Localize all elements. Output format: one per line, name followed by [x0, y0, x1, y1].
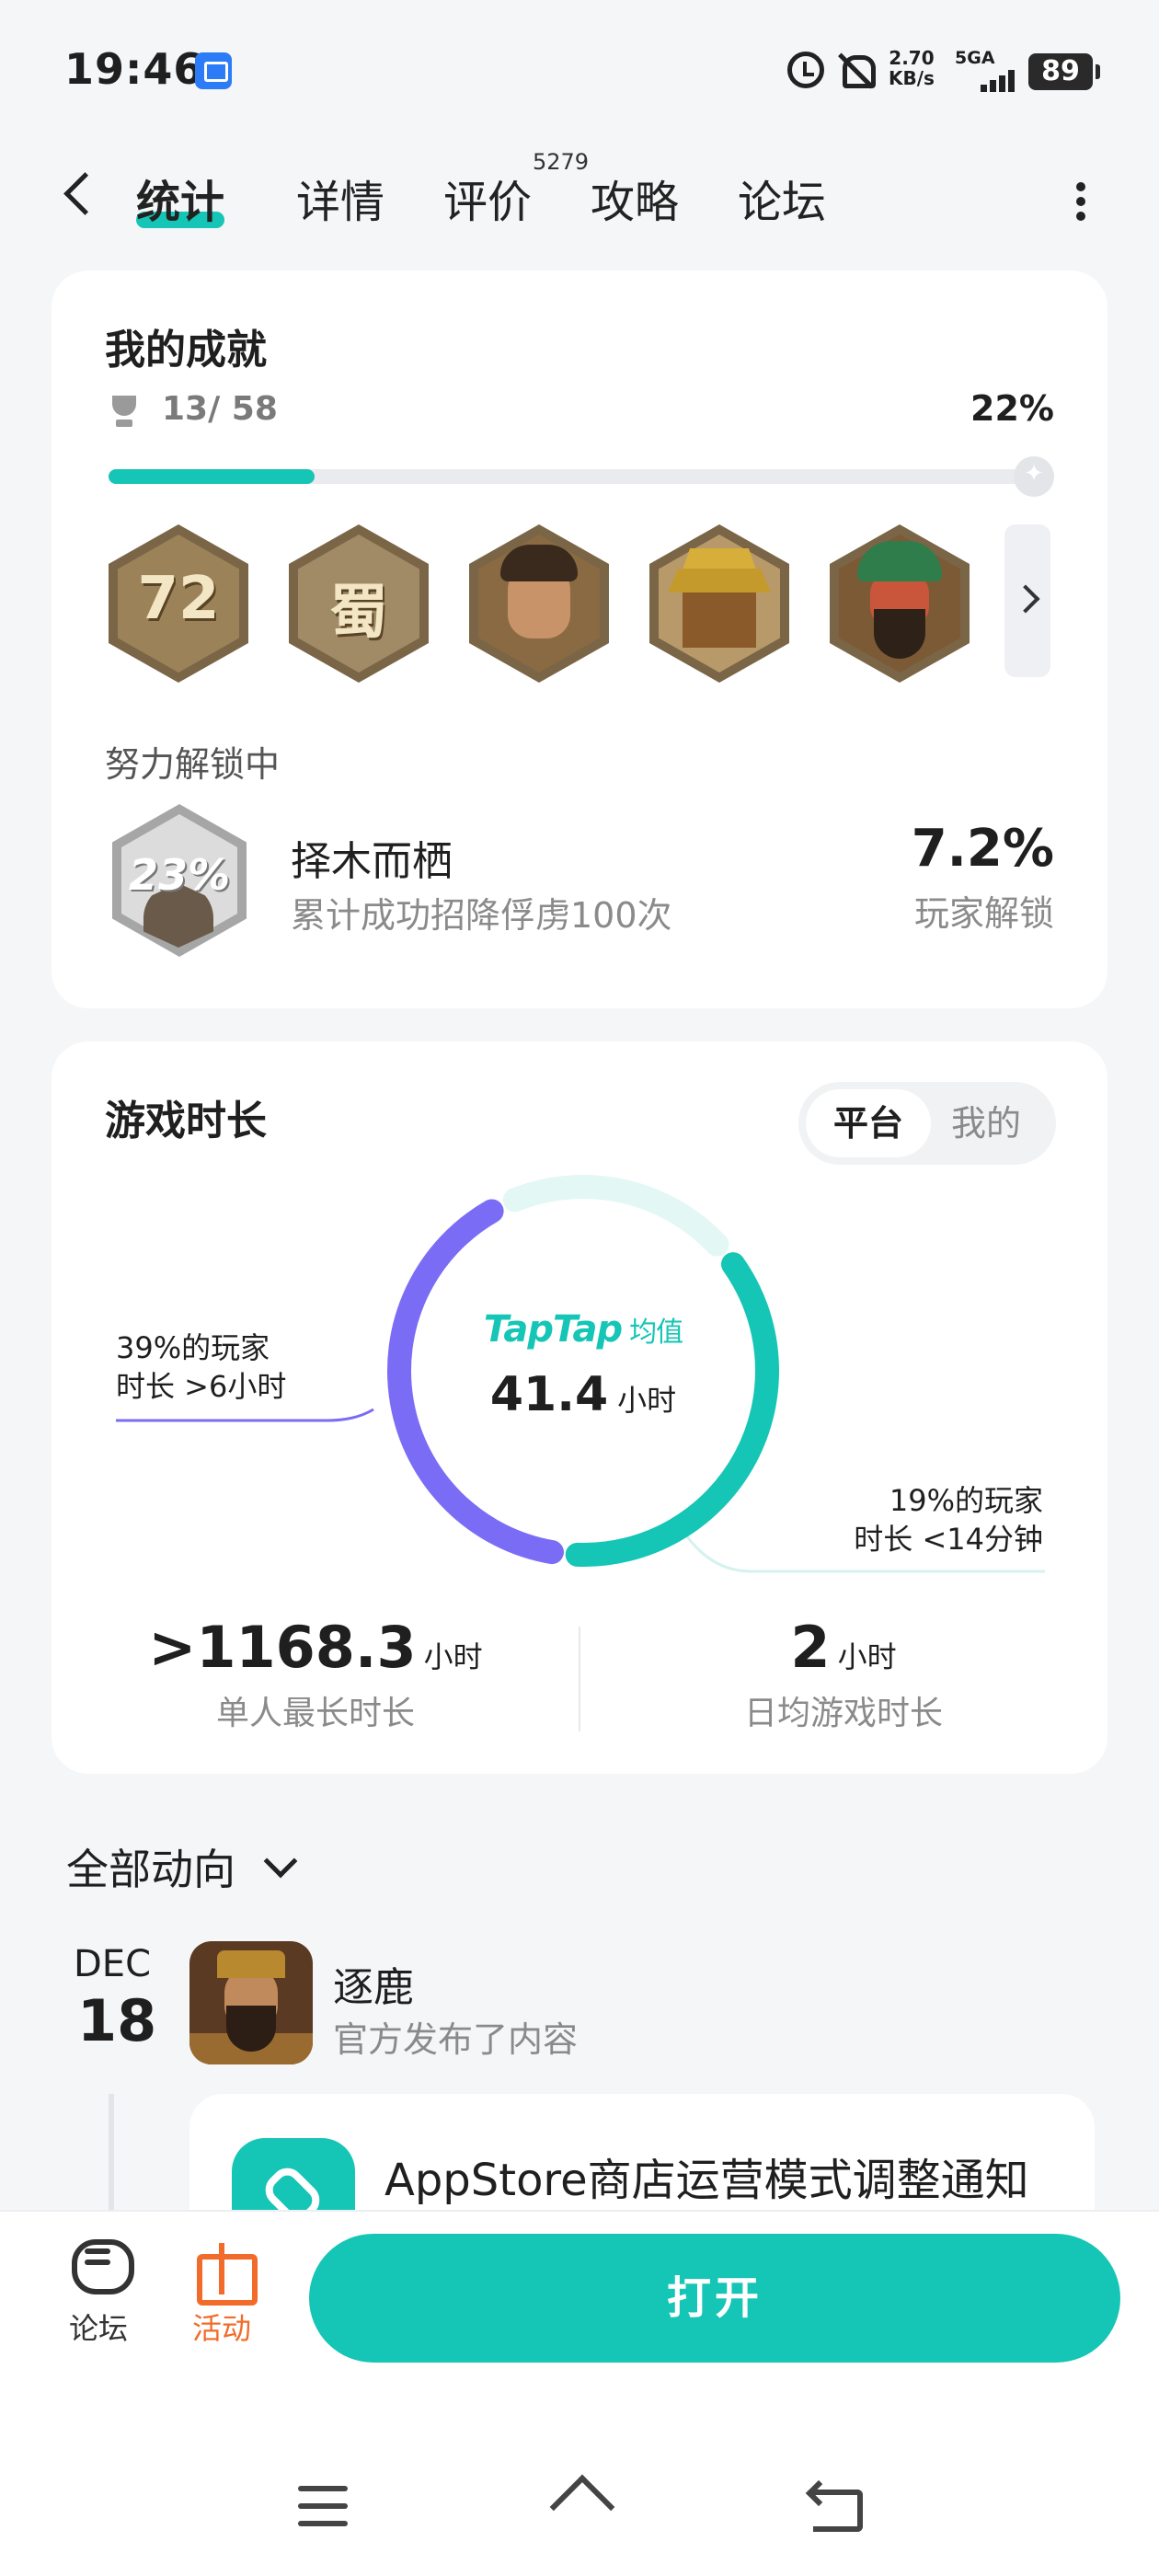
- tab-forum[interactable]: 论坛: [738, 166, 826, 230]
- badge-palace[interactable]: [649, 524, 789, 683]
- more-options-icon[interactable]: [1076, 175, 1087, 221]
- donut-center: TapTap 均值 41.4 小时: [373, 1308, 793, 1422]
- max-session-value: >1168.3: [148, 1614, 417, 1681]
- tab-details-label: 详情: [296, 177, 385, 228]
- playtime-toggle[interactable]: 平台 我的: [798, 1082, 1056, 1165]
- status-time: 19:46: [64, 44, 204, 94]
- achievements-title: 我的成就: [105, 327, 267, 374]
- tab-details[interactable]: 详情: [296, 166, 384, 230]
- donut-segment-under-14m: [502, 1175, 729, 1257]
- back-nav-icon[interactable]: [809, 2484, 863, 2532]
- avg-playtime-unit: 小时: [617, 1383, 677, 1418]
- event-button[interactable]: 活动: [171, 2236, 272, 2348]
- max-session-unit: 小时: [423, 1639, 483, 1674]
- toggle-platform[interactable]: 平台: [806, 1089, 931, 1157]
- badges-more-button[interactable]: [1004, 524, 1050, 677]
- player-unlock-percent: 7.2%: [911, 819, 1054, 879]
- system-nav-bar: [0, 2385, 1159, 2576]
- author-avatar[interactable]: [189, 1941, 313, 2064]
- daily-avg-value: 2: [790, 1614, 831, 1681]
- chat-bubble-icon: [66, 2236, 134, 2296]
- chevron-down-icon[interactable]: [263, 1844, 298, 1879]
- taptap-logo: TapTap 均值: [373, 1308, 793, 1351]
- badge-72h-text: 72: [137, 565, 220, 633]
- forum-button[interactable]: 论坛: [48, 2236, 149, 2348]
- net-speed: 2.70 KB/s: [889, 48, 935, 88]
- left-callout: 39%的玩家 时长 >6小时: [116, 1328, 286, 1406]
- post-meta: 官方发布了内容: [333, 2019, 579, 2060]
- playtime-title: 游戏时长: [105, 1098, 267, 1144]
- net-speed-value: 2.70: [889, 47, 935, 69]
- left-callout-line1: 39%的玩家: [116, 1330, 270, 1365]
- achievements-card[interactable]: 我的成就 13/ 58 22% 72 蜀 努力解锁中: [52, 270, 1107, 1008]
- timeline-line: [109, 2094, 114, 2214]
- achievement-progress-fill: [109, 469, 315, 484]
- badge-guan-yu[interactable]: [830, 524, 970, 683]
- badge-72h[interactable]: 72: [109, 524, 248, 683]
- taptap-brand: TapTap: [483, 1308, 623, 1351]
- mute-icon: [837, 52, 876, 88]
- toggle-mine[interactable]: 我的: [924, 1089, 1049, 1157]
- max-session-stat: >1168.3 小时 单人最长时长: [52, 1614, 580, 1734]
- tab-stats-label: 统计: [136, 177, 225, 228]
- progress-end-icon: [1014, 456, 1054, 497]
- locked-achievement-name: 择木而栖: [291, 838, 453, 885]
- right-callout-line2: 时长 <14分钟: [854, 1522, 1043, 1557]
- locked-achievement-desc: 累计成功招降俘虏100次: [291, 895, 672, 936]
- feed-date-month: DEC: [74, 1943, 152, 1985]
- review-count: 5279: [532, 149, 590, 175]
- tab-reviews-label: 评价: [443, 177, 533, 228]
- app-notification-icon: [195, 52, 232, 89]
- max-session-label: 单人最长时长: [215, 1695, 415, 1732]
- post-author[interactable]: 逐鹿: [333, 1954, 414, 2013]
- tab-stats[interactable]: 统计: [136, 166, 225, 230]
- badge-shu[interactable]: 蜀: [289, 524, 429, 683]
- badge-general[interactable]: [469, 524, 609, 683]
- achievement-count: 13/ 58: [162, 390, 278, 428]
- daily-avg-label: 日均游戏时长: [743, 1695, 943, 1732]
- net-speed-unit: KB/s: [889, 67, 935, 89]
- badge-shu-text: 蜀: [329, 579, 388, 647]
- avg-playtime: 41.4 小时: [373, 1367, 793, 1422]
- daily-avg-unit: 小时: [837, 1639, 897, 1674]
- top-tab-bar: 统计 详情 评价 5279 攻略 论坛: [0, 149, 1159, 248]
- in-progress-title: 努力解锁中: [105, 744, 281, 785]
- locked-badge-icon[interactable]: 23%: [112, 804, 247, 957]
- player-unlock-label: 玩家解锁: [913, 893, 1054, 934]
- right-callout-line1: 19%的玩家: [889, 1483, 1043, 1518]
- achievement-percent: 22%: [970, 388, 1054, 429]
- locked-badge-percent: 23%: [128, 850, 231, 900]
- status-bar: 19:46 2.70 KB/s 5GA 89: [0, 0, 1159, 138]
- playtime-card: 游戏时长 平台 我的 TapTap 均值 41.4 小时 39%的玩家 时长 >6小…: [52, 1041, 1107, 1774]
- gift-icon: [189, 2236, 258, 2306]
- avg-label: 均值: [629, 1317, 683, 1349]
- menu-icon[interactable]: [298, 2486, 348, 2526]
- tab-reviews[interactable]: 评价 5279: [443, 149, 589, 230]
- tab-guides-label: 攻略: [591, 177, 680, 228]
- tab-guides[interactable]: 攻略: [591, 166, 679, 230]
- post-title: AppStore商店运营模式调整通知: [384, 2155, 1029, 2206]
- feed-date-day: 18: [77, 1987, 157, 2054]
- left-callout-line2: 时长 >6小时: [116, 1369, 287, 1404]
- left-callout-line: [116, 1408, 374, 1422]
- right-callout: 19%的玩家 时长 <14分钟: [854, 1481, 1043, 1558]
- back-icon[interactable]: [59, 167, 96, 223]
- network-type: 5GA: [955, 48, 995, 68]
- alarm-icon: [787, 52, 824, 88]
- avg-playtime-value: 41.4: [489, 1367, 609, 1422]
- signal-icon: [981, 68, 1021, 92]
- achievement-progress-bar: [109, 456, 1054, 497]
- trophy-icon: [110, 396, 138, 429]
- tab-forum-label: 论坛: [738, 177, 827, 228]
- event-label: 活动: [191, 2311, 251, 2346]
- bottom-action-bar: 论坛 活动 打开: [0, 2210, 1159, 2385]
- forum-label: 论坛: [68, 2311, 128, 2346]
- home-icon[interactable]: [550, 2477, 611, 2530]
- feed-filter[interactable]: 全部动向: [66, 1836, 235, 1897]
- open-button[interactable]: 打开: [309, 2234, 1120, 2363]
- daily-avg-stat: 2 小时 日均游戏时长: [580, 1614, 1107, 1734]
- battery-icon: 89: [1028, 53, 1100, 90]
